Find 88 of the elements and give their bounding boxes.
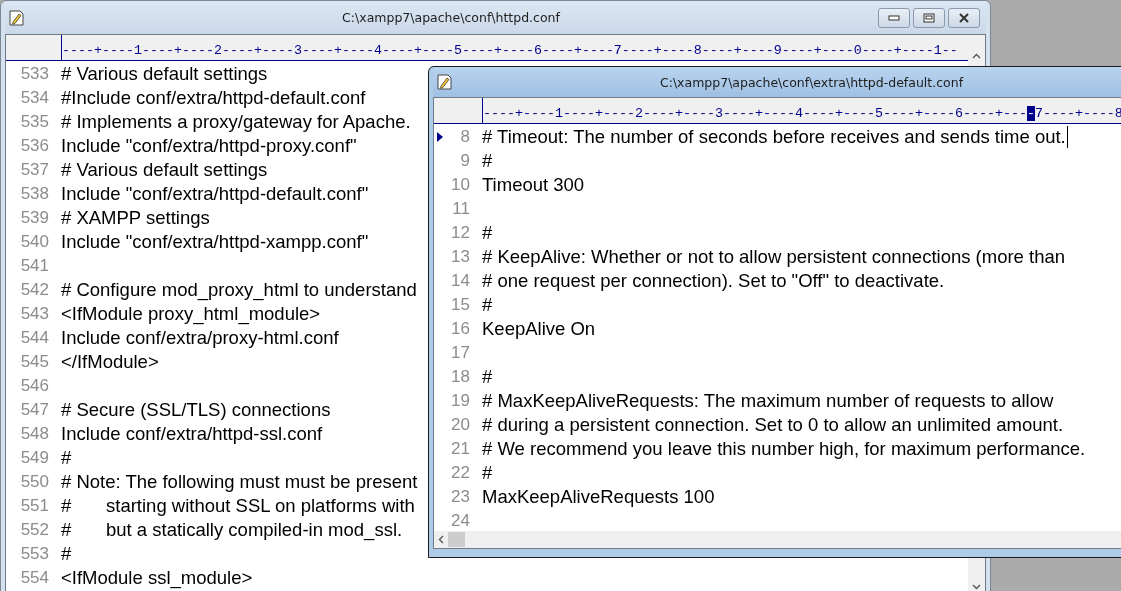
code-line: Include "conf/extra/httpd-proxy.conf" (61, 135, 357, 157)
line-number: 8 (459, 127, 471, 147)
line-number: 537 (19, 160, 50, 180)
line-number: 534 (19, 88, 50, 108)
line-number: 545 (19, 352, 50, 372)
line-number: 16 (450, 319, 471, 339)
code-line: # (61, 543, 72, 565)
line-number: 18 (450, 367, 471, 387)
code-line: # Secure (SSL/TLS) connections (61, 399, 331, 421)
code-line: Include conf/extra/httpd-ssl.conf (61, 423, 323, 445)
window-title: C:\xampp7\apache\conf\httpd.conf (341, 10, 561, 25)
line-number: 533 (19, 64, 50, 84)
code-line: <IfModule proxy_html_module> (61, 303, 321, 325)
line-number: 551 (19, 496, 50, 516)
line-number: 554 (19, 568, 50, 588)
line-number: 543 (19, 304, 50, 324)
line-number: 549 (19, 448, 50, 468)
line-number: 9 (459, 151, 471, 171)
code-line: # MaxKeepAliveRequests: The maximum number of requests to allow (482, 390, 1054, 412)
code-line: # (482, 294, 493, 316)
document-pencil-icon (9, 9, 24, 26)
code-line: # (482, 222, 493, 244)
code-line: # starting without SSL on platforms with (61, 495, 415, 517)
line-number: 14 (450, 271, 471, 291)
scroll-left-icon[interactable] (438, 535, 444, 544)
code-line: <IfModule ssl_module> (61, 567, 253, 589)
scroll-thumb[interactable] (448, 532, 465, 547)
code-line: </IfModule> (61, 351, 159, 373)
code-line: # one request per connection). Set to "Off" to deactivate. (482, 270, 945, 292)
document-pencil-icon (437, 74, 452, 90)
line-number: 548 (19, 424, 50, 444)
line-number: 13 (450, 247, 471, 267)
code-line: # Note: The following must must be present (61, 471, 418, 493)
code-line: # We recommend you leave this number high, for maximum performance. (482, 438, 1086, 460)
code-line: # XAMPP settings (61, 207, 210, 229)
line-number: 547 (19, 400, 50, 420)
line-number: 23 (450, 487, 471, 507)
code-line: #Include conf/extra/httpd-default.conf (61, 87, 366, 109)
line-number: 10 (450, 175, 471, 195)
line-number: 544 (19, 328, 50, 348)
line-number: 552 (19, 520, 50, 540)
line-number: 17 (450, 343, 471, 363)
code-line: # (482, 366, 493, 388)
scroll-down-icon[interactable] (972, 584, 981, 590)
minimize-icon (888, 14, 900, 21)
window-title: C:\xampp7\apache\conf\extra\httpd-default.conf (658, 74, 965, 90)
column-ruler: ----+----1----+----2----+----3----+----4----+----5----+----6----+----7----+----8----+----9----+----0----+----1-- (61, 35, 958, 60)
restore-icon (923, 12, 935, 23)
line-number: 15 (450, 295, 471, 315)
line-number: 546 (19, 376, 50, 396)
line-number: 540 (19, 232, 50, 252)
line-number: 541 (19, 256, 50, 276)
code-line: # but a statically compiled-in mod_ssl. (61, 519, 403, 541)
code-line: Include conf/extra/proxy-html.conf (61, 327, 339, 349)
code-line: # Configure mod_proxy_html to understand (61, 279, 417, 301)
code-line: # during a persistent connection. Set to 0 to allow an unlimited amount. (482, 414, 1064, 436)
line-number: 550 (19, 472, 50, 492)
code-line: # Various default settings (61, 159, 268, 181)
line-number: 538 (19, 184, 50, 204)
close-icon (958, 12, 970, 23)
code-line: # Implements a proxy/gateway for Apache. (61, 111, 411, 133)
line-number: 12 (450, 223, 471, 243)
line-number: 24 (450, 511, 471, 531)
line-number: 20 (450, 415, 471, 435)
code-line: KeepAlive On (482, 318, 596, 340)
scroll-up-icon[interactable] (972, 53, 981, 59)
line-number: 19 (450, 391, 471, 411)
line-number: 535 (19, 112, 50, 132)
code-line: Include "conf/extra/httpd-default.conf" (61, 183, 369, 205)
line-number: 536 (19, 136, 50, 156)
code-line: # Timeout: The number of seconds before receives and sends time out. (482, 126, 1068, 148)
line-number: 539 (19, 208, 50, 228)
line-number: 21 (450, 439, 471, 459)
code-line: Timeout 300 (482, 174, 585, 196)
line-number: 11 (451, 199, 471, 219)
code-line: MaxKeepAliveRequests 100 (482, 486, 715, 508)
line-number: 22 (450, 463, 471, 483)
line-number: 542 (19, 280, 50, 300)
code-line: # KeepAlive: Whether or not to allow persistent connections (more than (482, 246, 1066, 268)
code-line: # (482, 462, 493, 484)
close-button[interactable] (948, 7, 980, 28)
horizontal-scrollbar[interactable] (434, 531, 1121, 548)
code-line: # Various default settings (61, 63, 268, 85)
line-number: 553 (19, 544, 50, 564)
code-line: Include "conf/extra/httpd-xampp.conf" (61, 231, 369, 253)
minimize-button[interactable] (878, 7, 910, 28)
code-line: # (61, 447, 72, 469)
code-line: # (482, 150, 493, 172)
